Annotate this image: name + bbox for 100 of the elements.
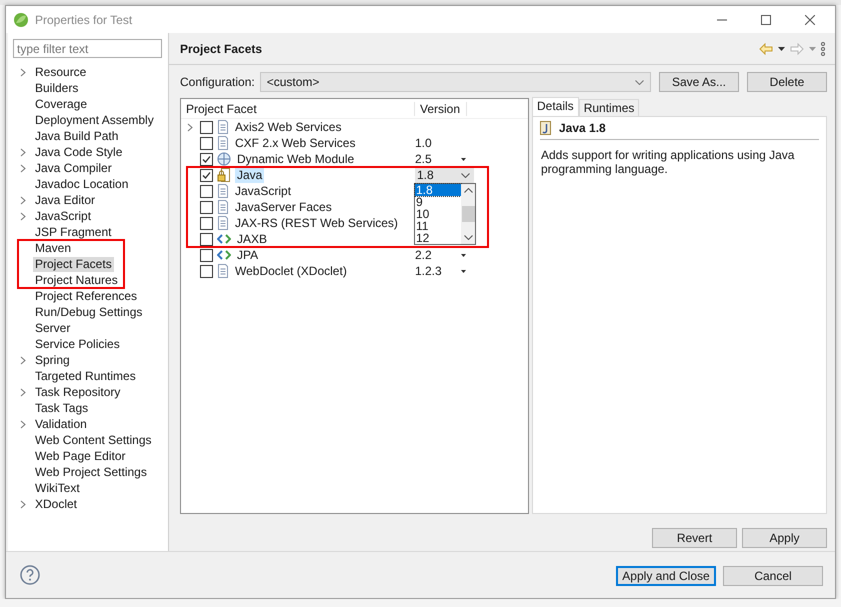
checkbox[interactable] [200, 136, 213, 150]
scroll-up-icon[interactable] [464, 188, 472, 193]
tree-item[interactable]: Service Policies [33, 336, 122, 352]
expand-chevron-icon[interactable] [20, 356, 26, 364]
tree-item[interactable]: Resource [33, 64, 88, 80]
apply-button[interactable]: Apply [742, 528, 827, 548]
scrollbar[interactable] [461, 184, 475, 244]
details-description: Adds support for writing applications using Java programming language. [541, 148, 796, 176]
scroll-down-icon[interactable] [464, 235, 472, 240]
tree-item[interactable]: Builders [33, 80, 80, 96]
facet-name[interactable]: JavaServer Faces [233, 200, 334, 214]
expand-chevron-icon[interactable] [20, 500, 26, 508]
tab[interactable]: Details [532, 97, 579, 116]
facet-name[interactable]: Dynamic Web Module [235, 152, 356, 166]
tree-item[interactable]: Web Project Settings [33, 464, 149, 480]
expand-chevron-icon[interactable] [187, 122, 193, 132]
scroll-thumb[interactable] [462, 206, 474, 222]
dropdown-icon[interactable] [778, 46, 785, 50]
column-header[interactable]: Version [415, 102, 467, 116]
tree-item[interactable]: Project Facets [33, 256, 114, 272]
checkbox[interactable] [200, 264, 213, 278]
checkbox[interactable] [200, 248, 213, 262]
apply-and-close-button[interactable]: Apply and Close [616, 566, 716, 586]
help-icon[interactable] [20, 565, 40, 585]
tree-item[interactable]: Coverage [33, 96, 90, 112]
configuration-dropdown[interactable]: <custom> [260, 72, 651, 92]
delete-button[interactable]: Delete [747, 72, 827, 92]
version-dropdown[interactable]: 1.8 [415, 167, 474, 183]
tree-item[interactable]: Deployment Assembly [33, 112, 156, 128]
tree-item[interactable]: Java Build Path [33, 128, 120, 144]
tree-item[interactable]: Targeted Runtimes [33, 368, 138, 384]
tree-item[interactable]: Web Page Editor [33, 448, 128, 464]
close-icon[interactable] [805, 14, 815, 24]
tree-item[interactable]: Task Tags [33, 400, 90, 416]
document-icon [217, 136, 229, 150]
column-header[interactable]: Project Facet [181, 102, 415, 116]
filter-field[interactable]: type filter text [13, 39, 162, 58]
version-option[interactable]: 9 [415, 196, 461, 208]
dropdown-icon[interactable] [461, 158, 466, 160]
tree-item[interactable]: JSP Fragment [33, 224, 114, 240]
version-option[interactable]: 10 [415, 208, 461, 220]
facet-name[interactable]: CXF 2.x Web Services [233, 136, 358, 150]
chevron-down-icon [461, 172, 470, 178]
document-icon [217, 216, 229, 230]
page-title: Project Facets [180, 42, 262, 56]
dropdown-icon[interactable] [461, 254, 466, 256]
facet-name[interactable]: WebDoclet (XDoclet) [233, 264, 349, 278]
checkbox[interactable] [200, 216, 213, 230]
tree-item[interactable]: Run/Debug Settings [33, 304, 144, 320]
java-file-icon [540, 121, 551, 135]
document-icon [217, 200, 229, 214]
tree-item[interactable]: Java Editor [33, 192, 98, 208]
version-option[interactable]: 12 [415, 232, 461, 244]
expand-chevron-icon[interactable] [20, 68, 26, 76]
save-as-button[interactable]: Save As... [659, 72, 739, 92]
dropdown-icon[interactable] [461, 270, 466, 272]
tree-item[interactable]: Spring [33, 352, 72, 368]
tree-item[interactable]: Java Compiler [33, 160, 114, 176]
checkbox[interactable] [200, 168, 213, 182]
tree-item[interactable]: Java Code Style [33, 144, 124, 160]
version-text: 1.0 [415, 136, 432, 150]
document-icon [217, 264, 229, 278]
document-icon [217, 120, 229, 134]
version-text: 2.2 [415, 248, 432, 262]
cancel-button[interactable]: Cancel [723, 566, 823, 586]
version-option[interactable]: 11 [415, 220, 461, 232]
facet-name[interactable]: JavaScript [233, 184, 294, 198]
facet-name[interactable]: Java [235, 168, 264, 182]
facet-name[interactable]: Axis2 Web Services [233, 120, 344, 134]
configuration-label: Configuration: [180, 75, 255, 89]
facet-name[interactable]: JAXB [235, 232, 270, 246]
double-arrow-icon [217, 233, 231, 245]
tab[interactable]: Runtimes [578, 99, 640, 116]
checkbox[interactable] [200, 184, 213, 198]
tree-item[interactable]: Project Natures [33, 272, 120, 288]
maximize-icon[interactable] [761, 14, 771, 24]
tree-item[interactable]: Validation [33, 416, 89, 432]
tree-item[interactable]: XDoclet [33, 496, 80, 512]
version-text: 2.5 [415, 152, 432, 166]
checkbox[interactable] [200, 152, 213, 166]
tree-item[interactable]: Task Repository [33, 384, 122, 400]
facet-name[interactable]: JPA [235, 248, 260, 262]
globe-icon [217, 152, 231, 166]
tree-item[interactable]: JavaScript [33, 208, 94, 224]
version-option[interactable]: 1.8 [415, 184, 461, 196]
checkbox[interactable] [200, 200, 213, 214]
view-menu-icon[interactable] [821, 42, 825, 56]
tree-item[interactable]: Server [33, 320, 72, 336]
facet-name[interactable]: JAX-RS (REST Web Services) [233, 216, 400, 230]
checkbox[interactable] [200, 232, 213, 246]
checkbox[interactable] [200, 120, 213, 134]
tree-item[interactable]: Project References [33, 288, 140, 304]
revert-button[interactable]: Revert [652, 528, 737, 548]
tree-item[interactable]: Javadoc Location [33, 176, 130, 192]
tree-item[interactable]: Web Content Settings [33, 432, 154, 448]
tree-item[interactable]: Maven [33, 240, 74, 256]
tree-item[interactable]: WikiText [33, 480, 82, 496]
details-heading: Java 1.8 [559, 121, 606, 135]
expand-chevron-icon[interactable] [20, 420, 26, 428]
expand-chevron-icon[interactable] [20, 388, 26, 396]
